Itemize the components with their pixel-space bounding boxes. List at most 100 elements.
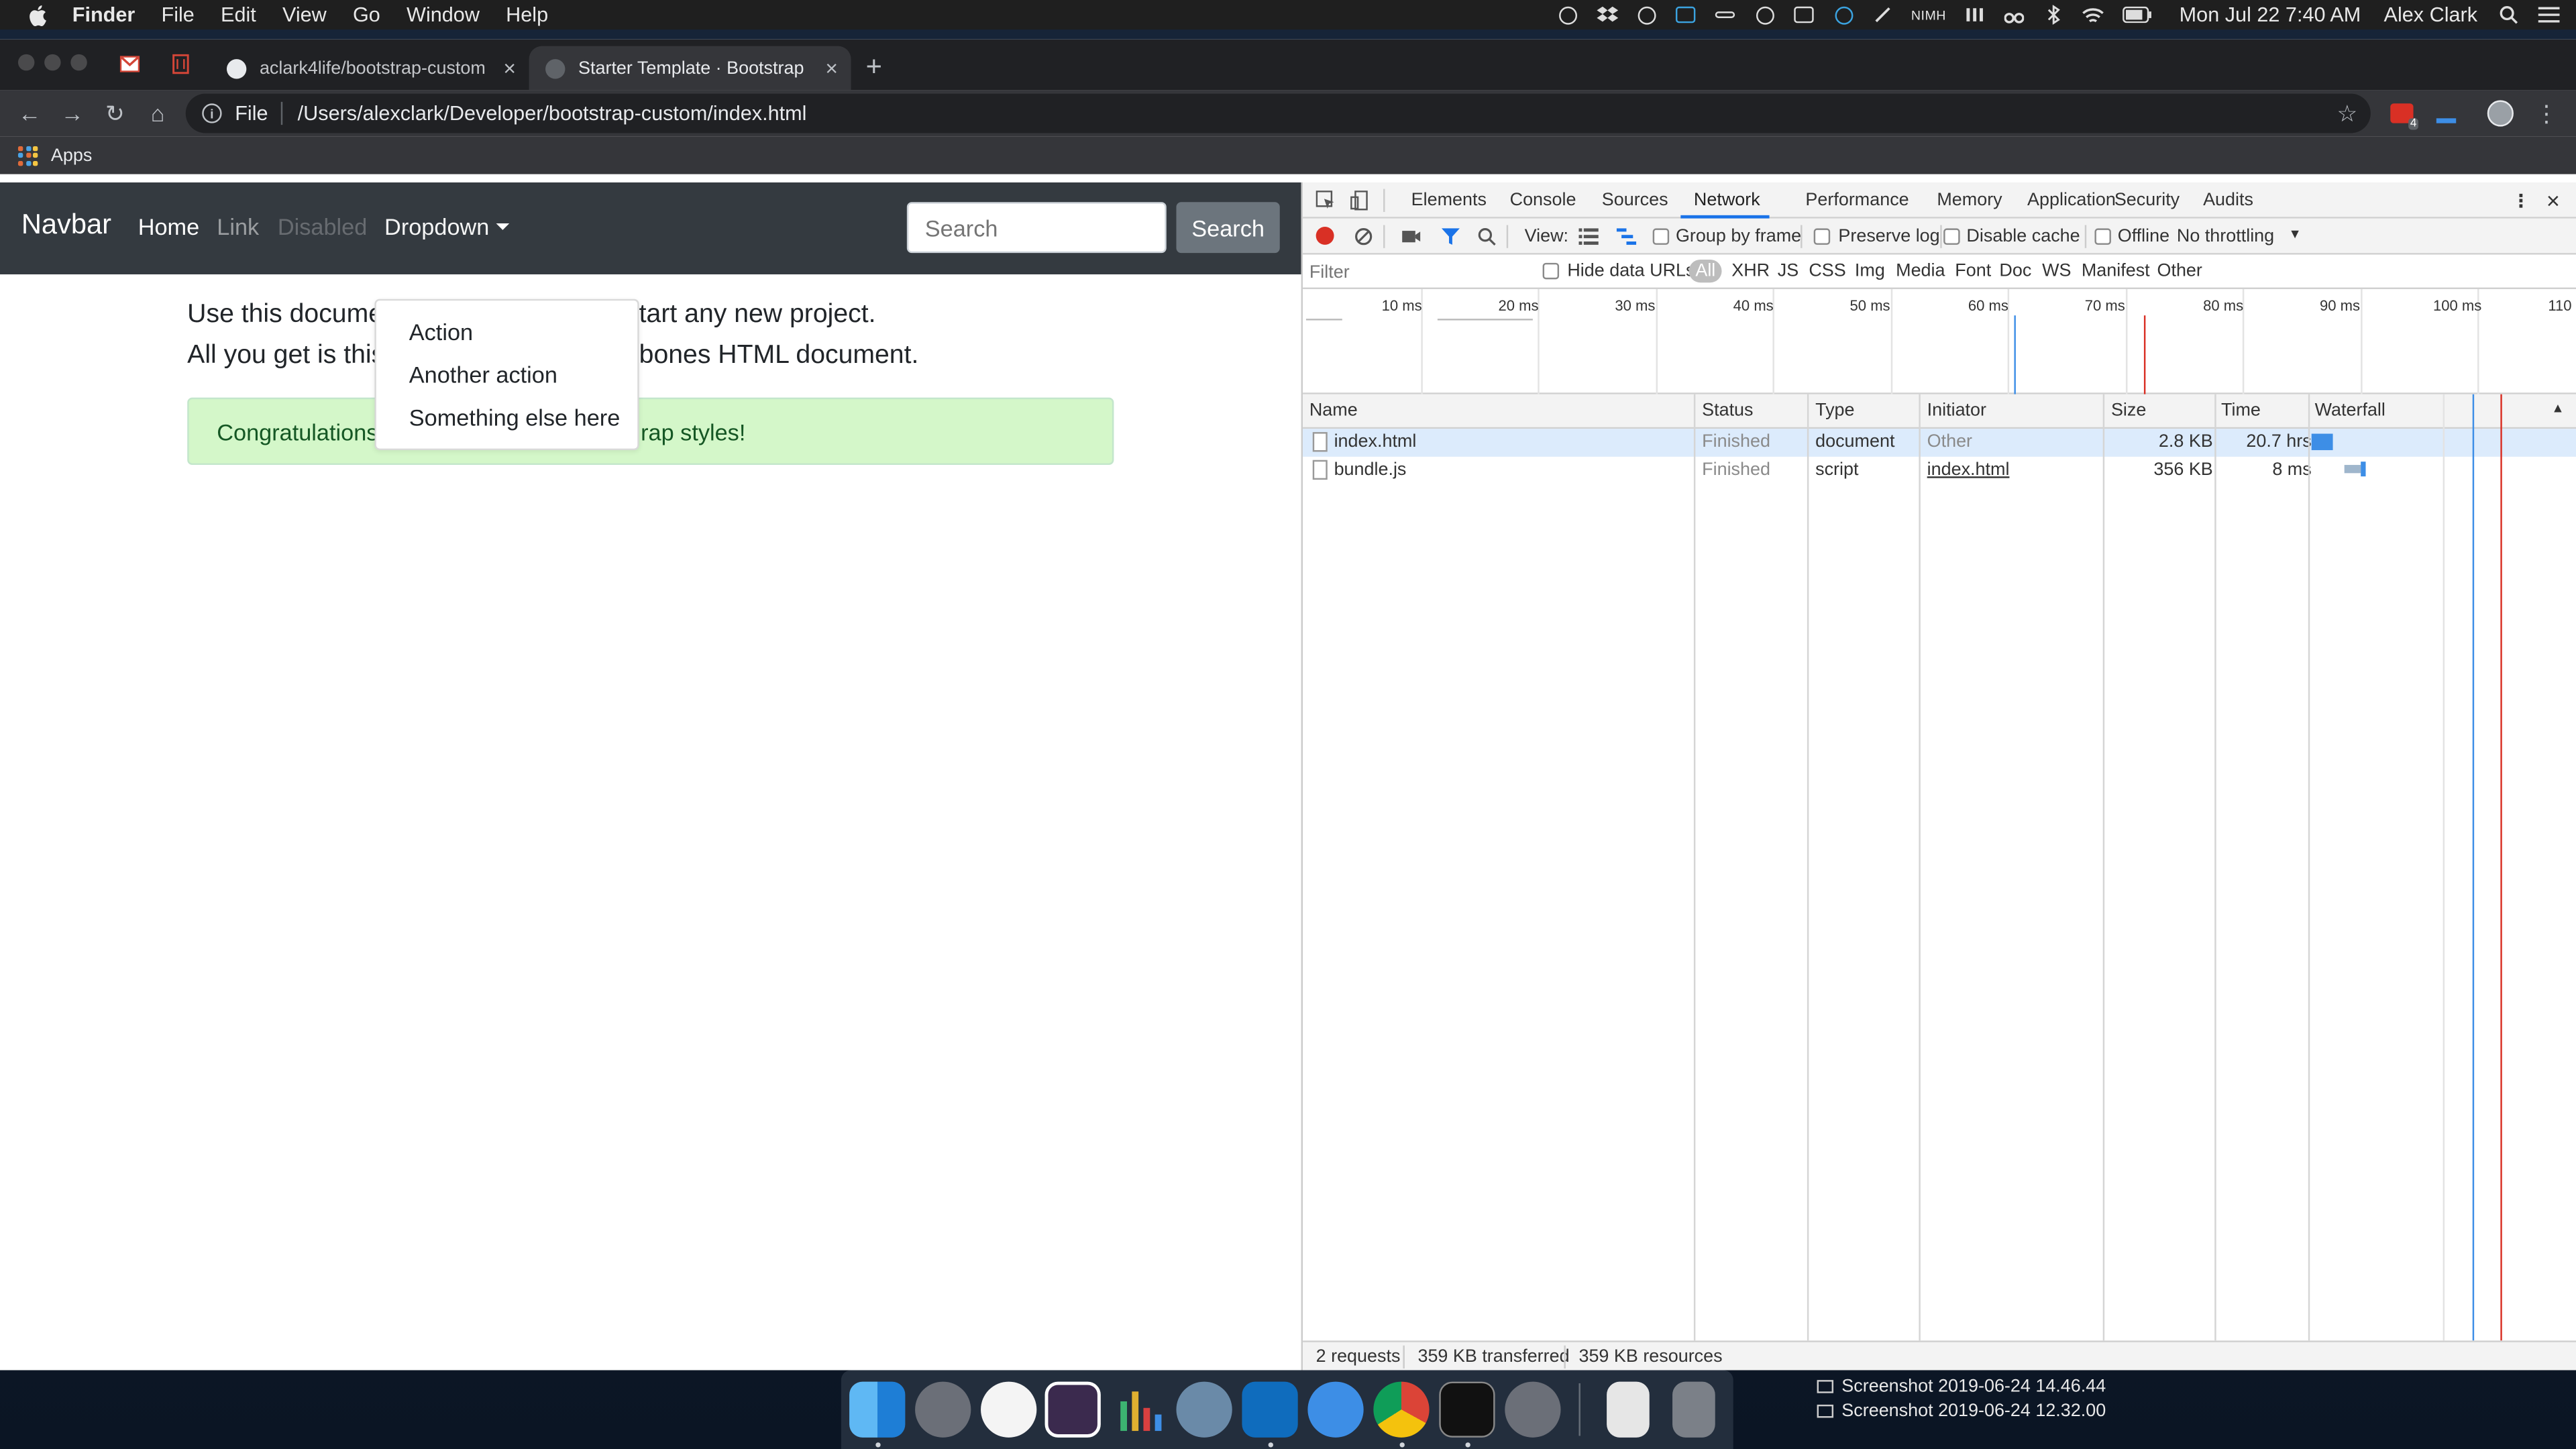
nav-home[interactable]: Home [138, 213, 199, 239]
bluetooth-icon[interactable] [2041, 3, 2064, 26]
slack-icon[interactable] [981, 1381, 1037, 1438]
filter-type-doc[interactable]: Doc [1999, 261, 2031, 280]
notification-center-icon[interactable] [2536, 3, 2559, 26]
terminal-icon[interactable] [1439, 1381, 1495, 1438]
devtools-tab-memory[interactable]: Memory [1937, 191, 2002, 210]
spotlight-search-icon[interactable] [2497, 3, 2520, 26]
battery-icon[interactable] [2121, 3, 2153, 26]
chrome-menu-icon[interactable]: ⋮ [2533, 99, 2559, 126]
sort-up-icon[interactable]: ▲ [2551, 401, 2564, 416]
network-globe-icon[interactable] [1176, 1381, 1232, 1438]
chevron-down-icon[interactable]: ▼ [2288, 227, 2301, 241]
status-circle-icon[interactable] [1556, 3, 1579, 26]
filter-type-css[interactable]: CSS [1809, 261, 1845, 280]
filter-type-ws[interactable]: WS [2042, 261, 2071, 280]
new-tab-icon[interactable]: + [866, 51, 882, 84]
binoculars-icon[interactable] [2002, 3, 2025, 26]
info-icon[interactable]: i [202, 103, 222, 123]
home-icon[interactable]: ⌂ [145, 100, 171, 126]
close-tab-icon[interactable]: × [825, 56, 838, 80]
nih-label[interactable]: NIMH [1911, 7, 1946, 22]
sync-icon[interactable] [1832, 3, 1855, 26]
gear-badge-icon[interactable] [1754, 3, 1776, 26]
row-name[interactable]: bundle.js [1334, 460, 1407, 480]
apple-menu-icon[interactable] [26, 3, 49, 26]
close-window-button[interactable] [17, 54, 35, 71]
video-camera-icon[interactable] [1401, 227, 1421, 246]
menubar-clock[interactable]: Mon Jul 22 7:40 AM [2180, 3, 2361, 26]
inspect-element-icon[interactable] [1316, 191, 1336, 210]
filter-funnel-icon[interactable] [1441, 227, 1460, 246]
devtools-tab-application[interactable]: Application [2027, 191, 2116, 210]
nav-link[interactable]: Link [217, 213, 259, 239]
devtools-tab-console[interactable]: Console [1510, 191, 1576, 210]
bookmark-star-icon[interactable]: ☆ [2337, 100, 2358, 128]
group-by-frame-checkbox[interactable] [1652, 228, 1670, 245]
wifi-icon[interactable] [2081, 3, 2104, 26]
menu-help[interactable]: Help [506, 3, 548, 26]
table-row[interactable]: bundle.js Finished script index.html 356… [1303, 457, 2576, 485]
dropdown-item-action[interactable]: Action [409, 319, 473, 345]
desktop-file[interactable]: Screenshot 2019-06-24 14.46.44 [1817, 1377, 2106, 1397]
scroll-icon[interactable] [1714, 3, 1737, 26]
filter-type-all[interactable]: All [1688, 259, 1723, 283]
devtools-tab-audits[interactable]: Audits [2203, 191, 2253, 210]
affinity-icon[interactable] [1044, 1381, 1101, 1438]
chart-bars-icon[interactable] [1111, 1382, 1167, 1438]
filter-type-media[interactable]: Media [1896, 261, 1945, 280]
devtools-tab-elements[interactable]: Elements [1411, 191, 1487, 210]
trash-icon[interactable] [1672, 1381, 1715, 1438]
network-overview-timeline[interactable]: 10 ms 20 ms 30 ms 40 ms 50 ms 60 ms 70 m… [1303, 289, 2576, 394]
col-initiator[interactable]: Initiator [1927, 401, 1986, 421]
waterfall-view-icon[interactable] [1616, 227, 1637, 246]
pinned-tab-red[interactable] [169, 52, 192, 75]
filter-type-img[interactable]: Img [1855, 261, 1885, 280]
url-text[interactable]: /Users/alexclark/Developer/bootstrap-cus… [298, 102, 807, 125]
col-name[interactable]: Name [1309, 401, 1358, 421]
filter-type-xhr[interactable]: XHR [1731, 261, 1770, 280]
close-tab-icon[interactable]: × [503, 56, 516, 80]
menu-app-finder[interactable]: Finder [72, 3, 136, 26]
menu-file[interactable]: File [161, 3, 194, 26]
archive-file-icon[interactable] [1607, 1381, 1650, 1438]
col-type[interactable]: Type [1815, 401, 1854, 421]
preserve-log-checkbox[interactable] [1813, 228, 1831, 245]
disable-cache-checkbox[interactable] [1943, 228, 1960, 245]
maximize-window-button[interactable] [70, 54, 87, 71]
desktop-file[interactable]: Screenshot 2019-06-24 12.32.00 [1817, 1401, 2106, 1421]
filter-type-manifest[interactable]: Manifest [2082, 261, 2150, 280]
dropdown-item-something-else[interactable]: Something else here [409, 404, 621, 430]
filter-input[interactable] [1309, 259, 1523, 284]
launchpad-rocket-icon[interactable] [915, 1381, 971, 1438]
record-icon[interactable] [1316, 226, 1334, 245]
menu-view[interactable]: View [282, 3, 327, 26]
device-toolbar-icon[interactable] [1350, 191, 1370, 211]
address-bar[interactable]: i File /Users/alexclark/Developer/bootst… [185, 93, 2371, 133]
table-row[interactable]: index.html Finished document Other 2.8 K… [1303, 429, 2576, 457]
col-waterfall[interactable]: Waterfall [2315, 401, 2385, 421]
bookmark-apps[interactable]: Apps [51, 146, 92, 165]
reload-icon[interactable]: ↻ [102, 99, 128, 126]
hide-data-urls-checkbox[interactable] [1542, 262, 1560, 280]
devtools-close-icon[interactable]: × [2546, 187, 2560, 213]
chrome-icon[interactable] [1373, 1381, 1430, 1438]
search-icon[interactable] [1477, 227, 1497, 246]
col-size[interactable]: Size [2111, 401, 2146, 421]
search-input[interactable] [906, 202, 1167, 254]
system-preferences-gear-icon[interactable] [1505, 1381, 1561, 1438]
dropbox-icon[interactable] [1596, 3, 1619, 26]
filter-type-font[interactable]: Font [1955, 261, 1991, 280]
search-button[interactable]: Search [1176, 202, 1280, 254]
back-arrow-icon[interactable]: ← [16, 100, 42, 126]
creative-cloud-icon[interactable] [1635, 3, 1658, 26]
devtools-tab-network[interactable]: Network [1694, 191, 1760, 210]
apps-grid-icon[interactable] [17, 145, 38, 166]
profile-avatar[interactable] [2487, 100, 2514, 127]
offline-checkbox[interactable] [2094, 228, 2111, 245]
nav-dropdown[interactable]: Dropdown [384, 213, 509, 240]
screen-icon[interactable] [1793, 3, 1816, 26]
bars-icon[interactable] [1962, 3, 1985, 26]
pen-icon[interactable] [1872, 3, 1894, 26]
forward-arrow-icon[interactable]: → [59, 100, 85, 126]
list-view-icon[interactable] [1578, 227, 1599, 246]
